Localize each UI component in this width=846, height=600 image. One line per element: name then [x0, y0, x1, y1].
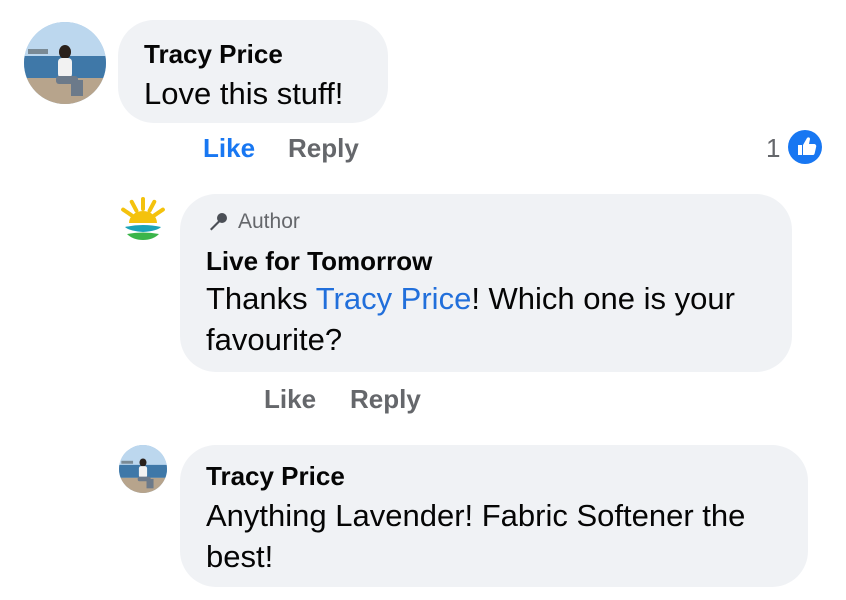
author-badge-label: Author — [238, 210, 300, 233]
reaction-count[interactable]: 1 — [766, 133, 780, 163]
comment-bubble: Tracy Price Anything Lavender! Fabric So… — [180, 445, 808, 587]
sun-wave-logo-icon — [121, 197, 165, 240]
author-badge: Author — [206, 210, 772, 234]
comment-bubble: Tracy Price Love this stuff! — [118, 20, 388, 123]
comment-text: Thanks Tracy Price! Which one is your fa… — [206, 278, 772, 360]
comment-author-name[interactable]: Tracy Price — [206, 461, 788, 491]
mention-link[interactable]: Tracy Price — [316, 281, 472, 316]
avatar-tracy-price[interactable] — [24, 22, 106, 104]
comment-text: Anything Lavender! Fabric Softener the b… — [206, 498, 746, 574]
reply-button[interactable]: Reply — [288, 133, 359, 163]
comment-bubble: Author Live for Tomorrow Thanks Tracy Pr… — [180, 194, 792, 372]
avatar-tracy-price[interactable] — [119, 445, 167, 493]
comment-text-start: Thanks — [206, 281, 316, 316]
like-button[interactable]: Like — [264, 384, 316, 414]
comment-text: Love this stuff! — [144, 76, 344, 111]
comment-author-name[interactable]: Live for Tomorrow — [206, 246, 772, 276]
avatar-live-for-tomorrow[interactable] — [115, 193, 171, 249]
comment-author-name[interactable]: Tracy Price — [144, 39, 388, 69]
profile-photo-icon — [24, 22, 106, 104]
microphone-icon — [210, 213, 227, 231]
reply-button[interactable]: Reply — [350, 384, 421, 414]
like-button[interactable]: Like — [203, 133, 255, 163]
thumbs-up-icon[interactable] — [788, 130, 822, 164]
profile-photo-icon — [119, 445, 167, 493]
